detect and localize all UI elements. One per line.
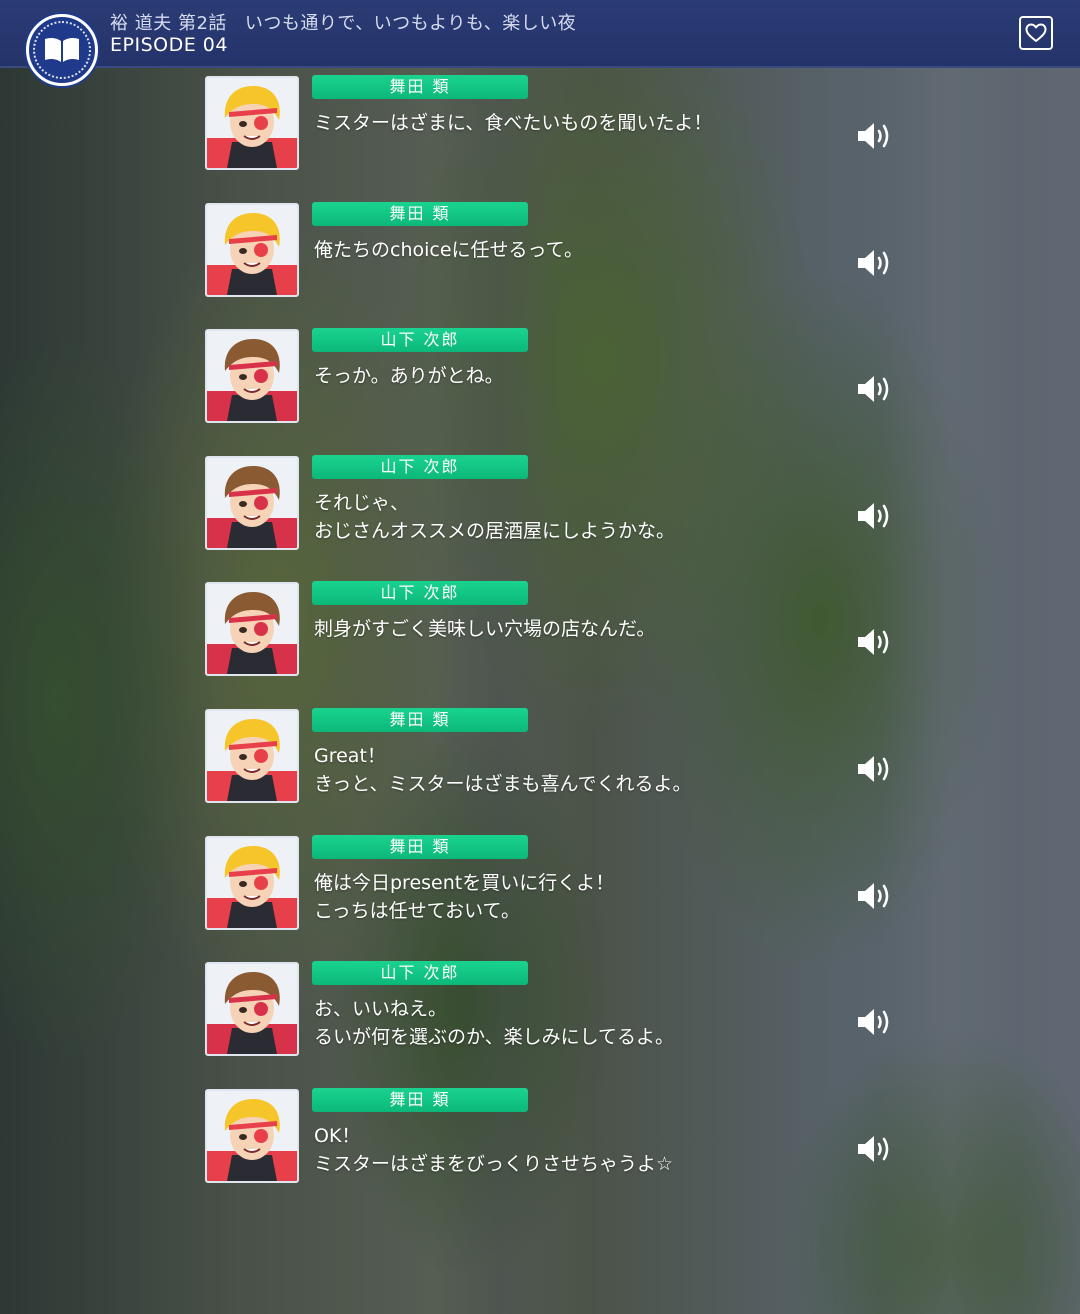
play-voice-button[interactable] xyxy=(855,878,895,914)
speaker-name-tag: 山下 次郎 xyxy=(312,328,528,352)
dialogue-entry: 舞田 類俺は今日presentを買いに行くよ！ こっちは任せておいて。 xyxy=(205,835,905,932)
speaker-icon xyxy=(858,123,889,149)
dialogue-log[interactable]: 舞田 類ミスターはざまに、食べたいものを聞いたよ！ 舞田 類俺たちのchoiceに… xyxy=(0,0,1080,1314)
speaker-icon xyxy=(858,503,889,529)
speaker-name-tag: 舞田 類 xyxy=(312,1088,528,1112)
dialogue-text: 俺たちのchoiceに任せるって。 xyxy=(314,239,584,261)
speaker-name-tag: 舞田 類 xyxy=(312,202,528,226)
speaker-icon xyxy=(858,756,889,782)
speaker-name-tag: 舞田 類 xyxy=(312,75,528,99)
speaker-name-tag: 山下 次郎 xyxy=(312,581,528,605)
dialogue-entry: 山下 次郎刺身がすごく美味しい穴場の店なんだ。 xyxy=(205,581,905,678)
speaker-icon xyxy=(858,376,889,402)
speaker-portrait xyxy=(205,76,299,170)
dialogue-entry: 舞田 類 Great！ きっと、ミスターはざまも喜んでくれるよ。 xyxy=(205,708,905,805)
speaker-portrait xyxy=(205,203,299,297)
play-voice-button[interactable] xyxy=(855,118,895,154)
play-voice-button[interactable] xyxy=(855,624,895,660)
speaker-portrait xyxy=(205,582,299,676)
play-voice-button[interactable] xyxy=(855,1004,895,1040)
speaker-icon xyxy=(858,1009,889,1035)
dialogue-text: ミスターはざまに、食べたいものを聞いたよ！ xyxy=(314,112,713,134)
speaker-portrait xyxy=(205,329,299,423)
play-voice-button[interactable] xyxy=(855,751,895,787)
story-book-button[interactable] xyxy=(26,14,98,86)
speaker-name-tag: 舞田 類 xyxy=(312,835,528,859)
dialogue-text: 刺身がすごく美味しい穴場の店なんだ。 xyxy=(314,618,656,640)
dialogue-text: それじゃ、 おじさんオススメの居酒屋にしようかな。 xyxy=(314,492,676,542)
dialogue-entry: 山下 次郎お、いいねえ。 るいが何を選ぶのか、楽しみにしてるよ。 xyxy=(205,961,905,1058)
speaker-portrait xyxy=(205,836,299,930)
speaker-portrait xyxy=(205,709,299,803)
speaker-portrait xyxy=(205,1089,299,1183)
play-voice-button[interactable] xyxy=(855,371,895,407)
play-voice-button[interactable] xyxy=(855,1131,895,1167)
play-voice-button[interactable] xyxy=(855,245,895,281)
dialogue-entry: 舞田 類俺たちのchoiceに任せるって。 xyxy=(205,202,905,299)
speaker-icon xyxy=(858,629,889,655)
speaker-name-tag: 舞田 類 xyxy=(312,708,528,732)
book-icon xyxy=(45,37,79,62)
dialogue-entry: 舞田 類 OK！ ミスターはざまをびっくりさせちゃうよ☆ xyxy=(205,1088,905,1185)
speaker-icon xyxy=(858,883,889,909)
play-voice-button[interactable] xyxy=(855,498,895,534)
speaker-name-tag: 山下 次郎 xyxy=(312,455,528,479)
dialogue-entry: 山下 次郎そっか。ありがとね。 xyxy=(205,328,905,425)
speaker-portrait xyxy=(205,456,299,550)
dialogue-entry: 山下 次郎それじゃ、 おじさんオススメの居酒屋にしようかな。 xyxy=(205,455,905,552)
dialogue-entry: 舞田 類ミスターはざまに、食べたいものを聞いたよ！ xyxy=(205,75,905,172)
speaker-name-tag: 山下 次郎 xyxy=(312,961,528,985)
dialogue-text: そっか。ありがとね。 xyxy=(314,365,504,387)
speaker-portrait xyxy=(205,962,299,1056)
dialogue-text: OK！ ミスターはざまをびっくりさせちゃうよ☆ xyxy=(314,1125,674,1175)
dialogue-text: Great！ きっと、ミスターはざまも喜んでくれるよ。 xyxy=(314,745,692,795)
dialogue-text: 俺は今日presentを買いに行くよ！ こっちは任せておいて。 xyxy=(314,872,615,922)
speaker-icon xyxy=(858,1136,889,1162)
speaker-icon xyxy=(858,250,889,276)
dialogue-text: お、いいねえ。 るいが何を選ぶのか、楽しみにしてるよ。 xyxy=(314,998,675,1048)
